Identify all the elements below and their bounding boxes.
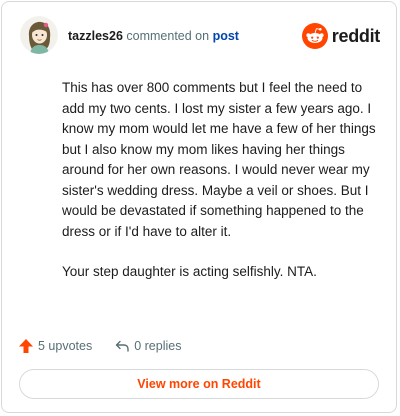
comment-byline: tazzles26 commented on post	[68, 28, 239, 44]
replies-button[interactable]: 0 replies	[114, 338, 181, 354]
comment-embed-card: tazzles26 commented on post reddit This …	[1, 1, 397, 413]
upvote-button[interactable]: 5 upvotes	[18, 338, 92, 354]
username[interactable]: tazzles26	[68, 29, 123, 43]
upvote-arrow-icon	[19, 339, 33, 353]
comment-paragraph: Your step daughter is acting selfishly. …	[62, 264, 317, 279]
byline-verb: commented on	[126, 29, 210, 43]
post-link[interactable]: post	[213, 29, 239, 43]
avatar-image	[20, 16, 58, 54]
comment-actions: 5 upvotes 0 replies	[18, 336, 203, 356]
upvote-count: 5 upvotes	[38, 339, 93, 353]
reddit-wordmark: reddit	[331, 25, 381, 46]
comment-header: tazzles26 commented on post reddit	[20, 16, 380, 56]
avatar[interactable]	[20, 16, 58, 54]
reddit-snoo-icon	[301, 23, 328, 49]
comment-paragraph: This has over 800 comments but I feel th…	[62, 80, 376, 239]
reply-arrow-icon	[116, 340, 129, 352]
view-more-button[interactable]: View more on Reddit	[19, 369, 379, 399]
reply-count: 0 replies	[134, 339, 182, 353]
reddit-brand[interactable]: reddit	[301, 22, 381, 50]
comment-body: This has over 800 comments but I feel th…	[62, 78, 376, 303]
